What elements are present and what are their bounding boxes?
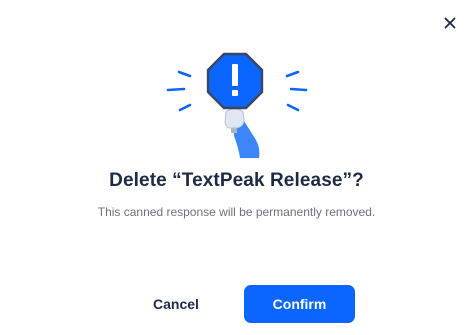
cancel-button[interactable]: Cancel (128, 285, 224, 323)
close-icon (444, 17, 456, 29)
delete-confirmation-dialog: Delete “TextPeak Release”? This canned r… (0, 0, 473, 335)
dialog-title: Delete “TextPeak Release”? (109, 170, 364, 191)
burst-lines-left-icon (166, 70, 192, 112)
dialog-message: This canned response will be permanently… (97, 205, 376, 219)
burst-lines-right-icon (285, 70, 308, 112)
confirm-button[interactable]: Confirm (244, 285, 355, 323)
close-button[interactable] (439, 12, 461, 34)
warning-sign-icon (166, 52, 308, 158)
